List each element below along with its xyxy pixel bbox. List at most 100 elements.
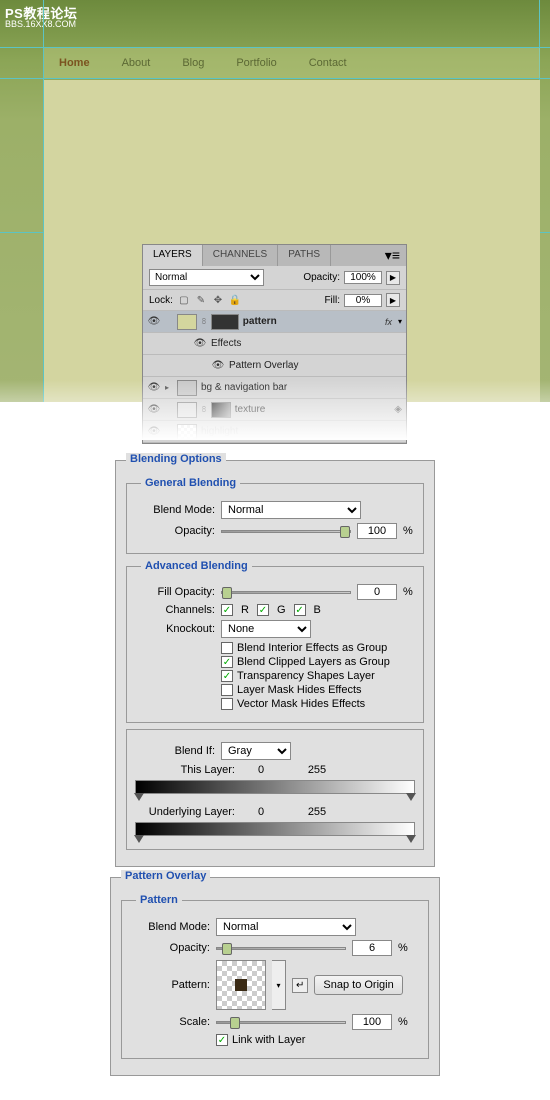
scale-slider[interactable]	[216, 1021, 346, 1024]
channel-r-checkbox[interactable]	[221, 604, 233, 616]
blend-if-select[interactable]: Gray	[221, 742, 291, 760]
mockup-navbar: Home About Blog Portfolio Contact	[44, 48, 540, 78]
general-blending-title: General Blending	[141, 477, 240, 489]
fill-input[interactable]	[344, 294, 382, 307]
guide-horizontal	[0, 78, 550, 79]
pattern-group: Pattern Blend Mode: Normal Opacity: % Pa…	[121, 894, 429, 1059]
arrow-icon[interactable]: ▶	[386, 271, 400, 285]
layer-mask-hides-checkbox[interactable]	[221, 684, 233, 696]
opacity-label: Opacity:	[135, 525, 215, 537]
layer-name: bg & navigation bar	[201, 382, 287, 393]
effects-label: Effects	[211, 338, 241, 349]
blend-mode-label: Blend Mode:	[135, 504, 215, 516]
scale-label: Scale:	[130, 1016, 210, 1028]
mask-thumb	[211, 402, 231, 418]
layer-name: texture	[235, 404, 266, 415]
folder-icon	[177, 380, 197, 396]
layer-thumb	[177, 314, 197, 330]
pattern-opacity-slider[interactable]	[216, 947, 346, 950]
nav-portfolio[interactable]: Portfolio	[236, 57, 276, 69]
panel-menu-icon[interactable]: ▾≡	[379, 245, 406, 266]
advanced-blending-group: Advanced Blending Fill Opacity: % Channe…	[126, 560, 424, 723]
link-with-layer-checkbox[interactable]	[216, 1034, 228, 1046]
layer-name: pattern	[243, 316, 277, 327]
blend-interior-checkbox[interactable]	[221, 642, 233, 654]
visibility-icon[interactable]	[193, 337, 207, 351]
snap-to-origin-button[interactable]: Snap to Origin	[314, 975, 402, 995]
layer-row[interactable]: ▸ bg & navigation bar	[143, 377, 406, 399]
nav-contact[interactable]: Contact	[309, 57, 347, 69]
visibility-icon[interactable]	[211, 359, 225, 373]
visibility-icon[interactable]	[147, 403, 161, 417]
fill-opacity-label: Fill Opacity:	[135, 586, 215, 598]
knockout-select[interactable]: None	[221, 620, 311, 638]
effect-name: Pattern Overlay	[229, 360, 298, 371]
layer-row[interactable]: 𝟾 texture ◈	[143, 399, 406, 421]
nav-home[interactable]: Home	[59, 57, 90, 69]
pattern-dropdown-icon[interactable]: ▾	[272, 960, 286, 1010]
nav-about[interactable]: About	[122, 57, 151, 69]
fx-badge[interactable]: fx	[385, 317, 394, 327]
lock-paint-icon[interactable]: ✎	[194, 293, 208, 307]
new-preset-icon[interactable]: ↵	[292, 978, 308, 993]
watermark-sub: BBS.16XX8.COM	[5, 19, 76, 29]
pattern-section-title: Pattern	[136, 894, 182, 906]
underlying-label: Underlying Layer:	[135, 806, 235, 818]
chevron-down-icon[interactable]: ▾	[398, 317, 402, 326]
nav-blog[interactable]: Blog	[182, 57, 204, 69]
chevron-right-icon[interactable]: ▸	[165, 383, 173, 392]
pattern-blend-mode-select[interactable]: Normal	[216, 918, 356, 936]
blend-mode-label: Blend Mode:	[130, 921, 210, 933]
channel-g-checkbox[interactable]	[257, 604, 269, 616]
tab-layers[interactable]: LAYERS	[143, 245, 203, 266]
layers-panel: LAYERS CHANNELS PATHS ▾≡ Normal Opacity:…	[142, 244, 407, 444]
dialog-title: Blending Options	[126, 453, 226, 465]
tab-paths[interactable]: PATHS	[278, 245, 331, 266]
transparency-shapes-checkbox[interactable]	[221, 670, 233, 682]
advanced-blending-title: Advanced Blending	[141, 560, 252, 572]
arrow-icon[interactable]: ▶	[386, 293, 400, 307]
layer-thumb	[177, 402, 197, 418]
blending-options-dialog: Blending Options General Blending Blend …	[115, 460, 435, 867]
fill-opacity-input[interactable]	[357, 584, 397, 600]
mask-thumb	[211, 314, 239, 330]
lock-position-icon[interactable]: ✥	[211, 293, 225, 307]
blend-if-label: Blend If:	[135, 745, 215, 757]
pattern-label: Pattern:	[130, 979, 210, 991]
layer-list: 𝟾 pattern fx ▾ Effects Pattern Overlay ▸…	[143, 311, 406, 443]
opacity-label: Opacity:	[303, 272, 340, 283]
layer-name: highlight	[201, 426, 238, 437]
this-layer-slider[interactable]	[135, 780, 415, 794]
channel-b-checkbox[interactable]	[294, 604, 306, 616]
pattern-thumbnail[interactable]	[216, 960, 266, 1010]
general-blending-group: General Blending Blend Mode: Normal Opac…	[126, 477, 424, 554]
tab-channels[interactable]: CHANNELS	[203, 245, 278, 266]
layer-effects-row[interactable]: Effects	[143, 333, 406, 355]
blend-mode-select[interactable]: Normal	[149, 269, 264, 286]
pattern-opacity-input[interactable]	[352, 940, 392, 956]
layer-effect-item[interactable]: Pattern Overlay	[143, 355, 406, 377]
fill-opacity-slider[interactable]	[221, 591, 351, 594]
opacity-input[interactable]	[344, 271, 382, 284]
blend-clipped-checkbox[interactable]	[221, 656, 233, 668]
smart-object-icon: ◈	[394, 404, 402, 415]
underlying-slider[interactable]	[135, 822, 415, 836]
knockout-label: Knockout:	[135, 623, 215, 635]
channels-label: Channels:	[135, 604, 215, 616]
layer-row[interactable]: highlight	[143, 421, 406, 443]
scale-input[interactable]	[352, 1014, 392, 1030]
dialog-title: Pattern Overlay	[121, 870, 210, 882]
blend-mode-select[interactable]: Normal	[221, 501, 361, 519]
this-layer-label: This Layer:	[135, 764, 235, 776]
blend-if-group: Blend If: Gray This Layer: 0 255 Underly…	[126, 729, 424, 850]
vector-mask-hides-checkbox[interactable]	[221, 698, 233, 710]
visibility-icon[interactable]	[147, 315, 161, 329]
lock-label: Lock:	[149, 295, 173, 306]
visibility-icon[interactable]	[147, 381, 161, 395]
lock-all-icon[interactable]: 🔒	[228, 293, 242, 307]
opacity-input[interactable]	[357, 523, 397, 539]
lock-transparency-icon[interactable]: ▢	[177, 293, 191, 307]
layer-row[interactable]: 𝟾 pattern fx ▾	[143, 311, 406, 333]
opacity-slider[interactable]	[221, 530, 351, 533]
visibility-icon[interactable]	[147, 425, 161, 439]
